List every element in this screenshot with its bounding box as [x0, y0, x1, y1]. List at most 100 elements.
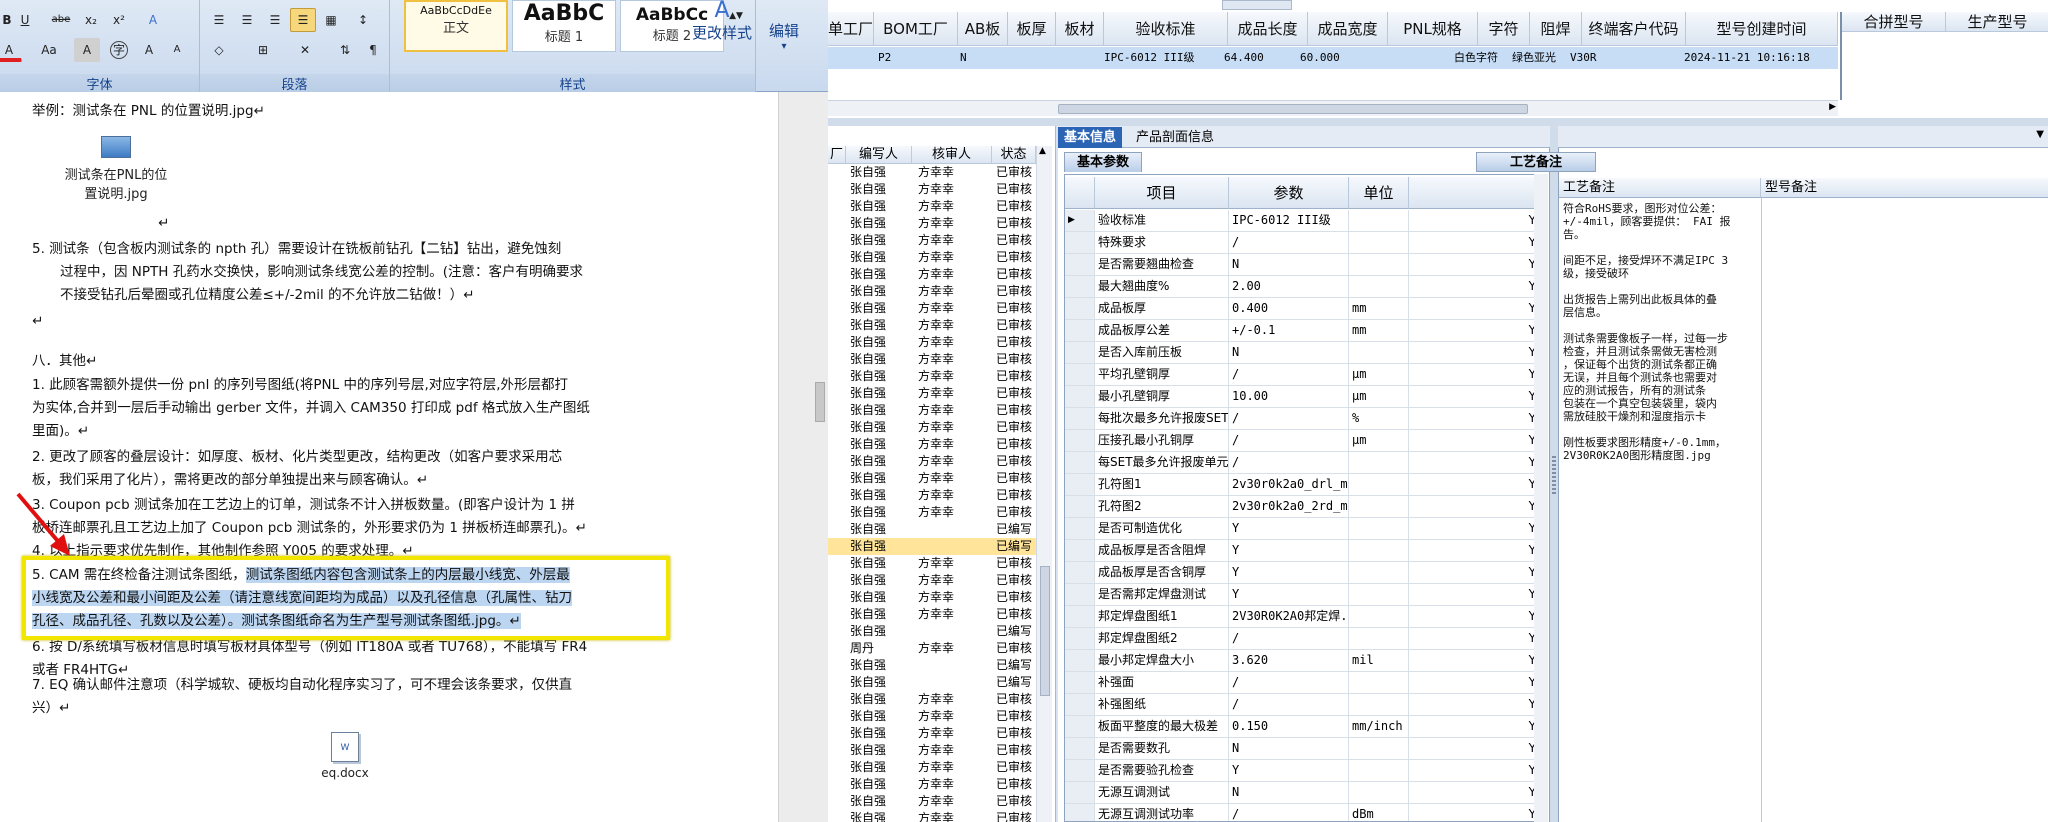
param-row[interactable]: 邦定焊盘图纸2/ Y [1065, 628, 1539, 650]
param-cell-value[interactable]: IPC-6012 III级 [1229, 210, 1349, 231]
align-center-icon[interactable]: ☰ [234, 8, 260, 32]
list-scrollbar[interactable]: ▲ [1036, 146, 1052, 822]
process-notes-text[interactable]: 符合RoHS要求，图形对位公差： +/-4mil，顾客要提供： FAI 报 告。… [1563, 202, 1759, 462]
list-item[interactable]: 张自强 方幸幸 已审核 [828, 708, 1038, 725]
edit-button[interactable]: 编辑 ▾ [762, 20, 806, 52]
list-item[interactable]: 张自强 方幸幸 已审核 [828, 351, 1038, 368]
param-cell-value[interactable]: / [1229, 430, 1349, 451]
doc-paragraph[interactable]: 3. Coupon pcb 测试条加在工艺边上的订单，测试条不计入拼板数量。(即… [32, 494, 652, 540]
list-item[interactable]: 张自强 已编写 [828, 657, 1038, 674]
list-item[interactable]: 张自强 方幸幸 已审核 [828, 742, 1038, 759]
col-header[interactable]: 编写人 [846, 146, 912, 164]
param-row[interactable]: 是否需要翘曲检查 N Y [1065, 254, 1539, 276]
scroll-thumb[interactable] [1040, 566, 1050, 696]
param-cell-value[interactable]: N [1229, 254, 1349, 275]
list-item[interactable]: 张自强 方幸幸 已审核 [828, 725, 1038, 742]
list-item[interactable]: 张自强 方幸幸 已审核 [828, 606, 1038, 623]
param-row[interactable]: 压接孔最小孔铜厚 / μm Y [1065, 430, 1539, 452]
doc-paragraph[interactable]: ↵ [158, 212, 778, 235]
param-cell-value[interactable]: Y [1229, 760, 1349, 781]
param-cell-value[interactable]: / [1229, 694, 1349, 715]
embedded-image-1[interactable]: 测试条在PNL的位 置说明.jpg [56, 136, 176, 202]
subscript-button[interactable]: x₂ [78, 8, 104, 32]
param-cell-value[interactable]: 0.150 [1229, 716, 1349, 737]
show-marks-icon[interactable]: ¶ [360, 38, 386, 62]
param-cell-value[interactable]: / [1229, 628, 1349, 649]
scroll-right-icon[interactable]: ▶ [1829, 102, 1836, 112]
param-row[interactable]: 成品板厚 0.400 mm Y [1065, 298, 1539, 320]
align-right-icon[interactable]: ☰ [262, 8, 288, 32]
list-item[interactable]: 张自强 方幸幸 已审核 [828, 504, 1038, 521]
col-header[interactable]: 板材 [1056, 12, 1104, 46]
align-left-icon[interactable]: ☰ [206, 8, 232, 32]
col-header[interactable]: 验收标准 [1104, 12, 1228, 46]
param-cell-value[interactable]: 3.620 [1229, 650, 1349, 671]
superscript-button[interactable]: x² [106, 8, 132, 32]
param-row[interactable]: 无源互调测试 N Y [1065, 782, 1539, 804]
chinese-layout-icon[interactable]: ✕ [292, 38, 318, 62]
list-item[interactable]: 张自强 方幸幸 已审核 [828, 419, 1038, 436]
list-item[interactable]: 张自强 方幸幸 已审核 [828, 249, 1038, 266]
enclose-char-icon[interactable]: 字 [110, 41, 128, 59]
param-row[interactable]: 平均孔壁铜厚 / μm Y [1065, 364, 1539, 386]
doc-paragraph[interactable]: ↵ [32, 310, 652, 333]
param-row[interactable]: 成品板厚公差 +/-0.1 mm Y [1065, 320, 1539, 342]
list-item[interactable]: 张自强 方幸幸 已审核 [828, 691, 1038, 708]
param-cell-value[interactable]: / [1229, 364, 1349, 385]
list-item[interactable]: 张自强 方幸幸 已审核 [828, 232, 1038, 249]
col-header[interactable]: AB板 [958, 12, 1008, 46]
list-item[interactable]: 张自强 方幸幸 已审核 [828, 215, 1038, 232]
distributed-icon[interactable]: ▦ [318, 8, 344, 32]
justify-icon[interactable]: ☰ [290, 8, 316, 32]
col-header[interactable]: 板厚 [1008, 12, 1056, 46]
col-header[interactable]: 生产型号 [1946, 12, 2048, 32]
param-row[interactable]: 补强面 / Y [1065, 672, 1539, 694]
param-cell-value[interactable]: Y [1229, 584, 1349, 605]
col-header[interactable]: 合拼型号 [1842, 12, 1946, 32]
param-row[interactable]: 补强图纸 / Y [1065, 694, 1539, 716]
param-cell-value[interactable]: N [1229, 738, 1349, 759]
param-row[interactable]: 无源互调测试功率 / dBm Y [1065, 804, 1539, 821]
col-header[interactable]: 单工厂 [828, 12, 874, 46]
param-row[interactable]: 最小邦定焊盘大小 3.620 mil Y [1065, 650, 1539, 672]
param-row[interactable]: 每SET最多允许报废单元 / Y [1065, 452, 1539, 474]
list-item[interactable]: 张自强 方幸幸 已审核 [828, 300, 1038, 317]
col-header[interactable]: 核审人 [912, 146, 992, 164]
param-cell-value[interactable]: N [1229, 342, 1349, 363]
document-scrollbar[interactable] [778, 92, 828, 822]
tab-basic-params[interactable]: 基本参数 [1064, 152, 1143, 172]
scroll-up-icon[interactable]: ▲ [1039, 146, 1046, 156]
list-item[interactable]: 张自强 已编写 [828, 538, 1038, 555]
list-item[interactable]: 张自强 已编写 [828, 623, 1038, 640]
param-cell-value[interactable]: 2v30r0k2a0_2rd_m... [1229, 496, 1349, 517]
param-cell-value[interactable]: / [1229, 804, 1349, 821]
param-scrollbar[interactable] [1534, 174, 1548, 822]
param-header-item[interactable]: 项目 [1095, 177, 1229, 209]
borders-icon[interactable]: ⊞ [250, 38, 276, 62]
list-item[interactable]: 张自强 方幸幸 已审核 [828, 572, 1038, 589]
param-cell-value[interactable]: 10.00 [1229, 386, 1349, 407]
list-item[interactable]: 张自强 方幸幸 已审核 [828, 334, 1038, 351]
style-normal[interactable]: AaBbCcDdEe 正文 [404, 0, 508, 52]
font-color-button[interactable]: A [0, 38, 22, 62]
doc-paragraph[interactable]: 举例：测试条在 PNL 的位置说明.jpg↵ [32, 100, 652, 123]
scroll-thumb[interactable] [815, 382, 825, 422]
param-row[interactable]: 邦定焊盘图纸1 2V30R0K2A0邦定焊... Y [1065, 606, 1539, 628]
list-item[interactable]: 张自强 方幸幸 已审核 [828, 164, 1038, 181]
list-item[interactable]: 张自强 已编写 [828, 521, 1038, 538]
param-row[interactable]: 最小孔壁铜厚 10.00 μm Y [1065, 386, 1539, 408]
param-header-value[interactable]: 参数 [1229, 177, 1349, 209]
param-cell-value[interactable]: Y [1229, 562, 1349, 583]
list-item[interactable]: 张自强 方幸幸 已审核 [828, 453, 1038, 470]
col-header[interactable]: 型号创建时间 [1686, 12, 1838, 46]
list-item[interactable]: 张自强 方幸幸 已审核 [828, 810, 1038, 822]
param-row[interactable]: 最大翘曲度% 2.00 Y [1065, 276, 1539, 298]
list-item[interactable]: 张自强 方幸幸 已审核 [828, 368, 1038, 385]
notes-header-model[interactable]: 型号备注 [1761, 178, 2048, 198]
col-header[interactable]: 成品宽度 [1308, 12, 1388, 46]
vertical-splitter[interactable] [1550, 126, 1558, 822]
param-row[interactable]: 特殊要求 / Y [1065, 232, 1539, 254]
param-row[interactable]: 孔符图12v30r0k2a0_drl_m... Y [1065, 474, 1539, 496]
col-header[interactable]: 终端客户代码 [1582, 12, 1686, 46]
style-heading-1[interactable]: AaBbC 标题 1 [512, 0, 616, 52]
